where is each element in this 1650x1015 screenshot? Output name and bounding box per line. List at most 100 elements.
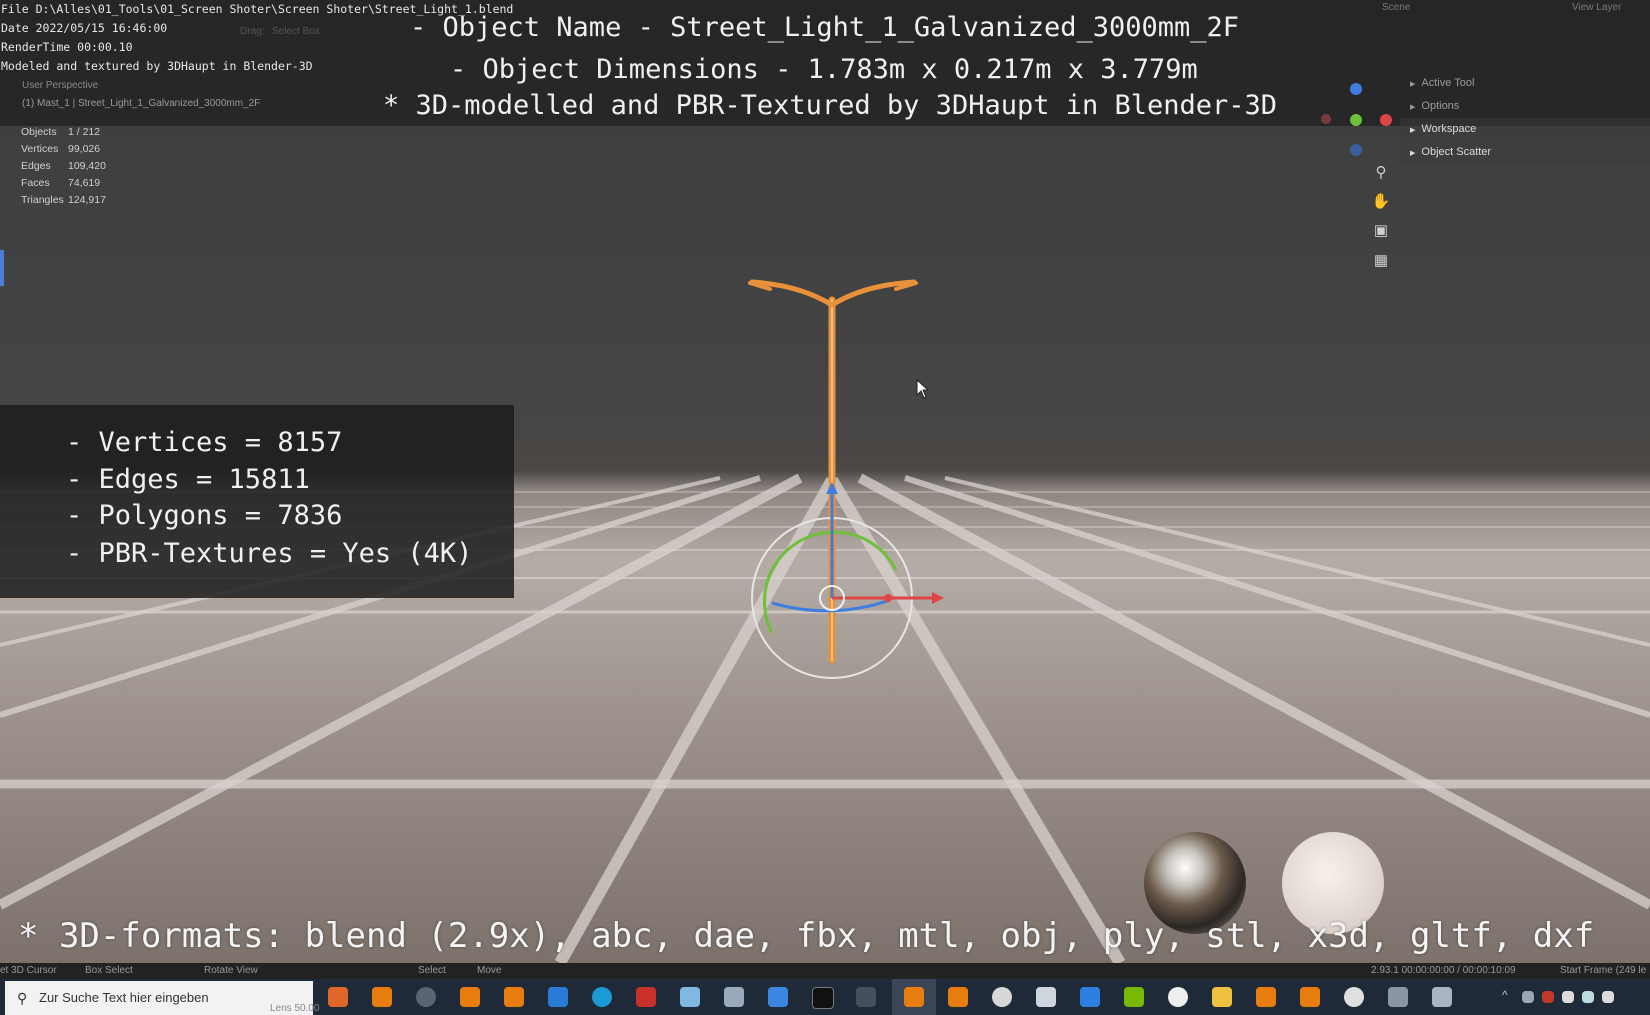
folder-icon[interactable] — [1212, 987, 1232, 1007]
set-3d-cursor-hint: et 3D Cursor — [0, 965, 57, 976]
windows-taskbar: ⚲ Zur Suche Text hier eingeben Lens 50.0… — [0, 979, 1650, 1015]
app-icon[interactable] — [856, 987, 876, 1007]
credit-stamp: Modeled and textured by 3DHaupt in Blend… — [1, 59, 313, 73]
stat-label: Faces — [21, 177, 50, 189]
tray-icon[interactable] — [1522, 991, 1534, 1003]
expand-arrow-icon: ▶ — [1410, 81, 1416, 88]
sidebar-item-label: Object Scatter — [1421, 146, 1492, 158]
edges-info: - Edges = 15811 — [66, 464, 310, 495]
camera-icon[interactable]: ▣ — [1370, 220, 1392, 242]
sidebar-item-label: Active Tool — [1421, 77, 1475, 89]
move-hint: Move — [477, 965, 502, 976]
edge-browser-icon[interactable] — [592, 987, 612, 1007]
stat-value: 109,420 — [68, 160, 106, 172]
toolbar-edge-indicator[interactable] — [0, 250, 4, 286]
sidebar-item-options[interactable]: ▶ Options — [1400, 95, 1650, 118]
stat-row: Edges 109,420 — [21, 160, 106, 177]
search-placeholder: Zur Suche Text hier eingeben — [39, 990, 209, 1005]
scene-selector[interactable]: Scene — [1382, 2, 1410, 13]
stat-row: Vertices 99,026 — [21, 143, 106, 160]
stat-label: Objects — [21, 126, 57, 138]
network-icon[interactable] — [1582, 991, 1594, 1003]
blender-icon[interactable] — [504, 987, 524, 1007]
vertices-info: - Vertices = 8157 — [66, 427, 343, 458]
formats-caption: * 3D-formats: blend (2.9x), abc, dae, fb… — [18, 916, 1595, 956]
app-icon[interactable] — [1432, 987, 1452, 1007]
box-select-hint: Box Select — [85, 965, 133, 976]
stat-value: 124,917 — [68, 194, 106, 206]
render-time-stamp: RenderTime 00:00.10 — [1, 40, 133, 54]
nav-axis-z-dot[interactable] — [1350, 83, 1362, 95]
nav-axis-neg-z-dot[interactable] — [1350, 144, 1362, 156]
stat-row: Faces 74,619 — [21, 177, 106, 194]
sidebar-item-active-tool[interactable]: ▶ Active Tool — [1400, 72, 1650, 95]
app-icon[interactable] — [992, 987, 1012, 1007]
sidebar-panel: ▶ Active Tool ▶ Options ▶ Workspace ▶ Object… — [1400, 72, 1650, 164]
sidebar-item-label: Options — [1421, 100, 1460, 112]
grid-icon[interactable]: ▦ — [1370, 250, 1392, 272]
select-box-dropdown[interactable]: Select Box — [272, 26, 320, 37]
terminal-icon[interactable] — [812, 987, 834, 1009]
calendar-icon[interactable] — [1080, 987, 1100, 1007]
stat-label: Edges — [21, 160, 51, 172]
nav-axis-x-dot[interactable] — [1380, 114, 1392, 126]
zoom-icon[interactable]: ⚲ — [1370, 162, 1392, 184]
rotate-view-hint: Rotate View — [204, 965, 258, 976]
nav-axis-neg-x-dot[interactable] — [1321, 114, 1331, 124]
mesh-info-box: - Vertices = 8157 - Edges = 15811 - Poly… — [0, 405, 514, 598]
sidebar-item-workspace[interactable]: ▶ Workspace — [1400, 118, 1650, 141]
object-name-title: - Object Name - Street_Light_1_Galvanize… — [410, 12, 1240, 43]
expand-arrow-icon: ▶ — [1410, 150, 1416, 157]
app-icon[interactable] — [1168, 987, 1188, 1007]
app-icon[interactable] — [1124, 987, 1144, 1007]
nav-axis-y-dot[interactable] — [1350, 114, 1362, 126]
expand-arrow-icon: ▶ — [1410, 104, 1416, 111]
app-icon[interactable] — [768, 987, 788, 1007]
blender-icon[interactable] — [372, 987, 392, 1007]
app-icon[interactable] — [636, 987, 656, 1007]
search-icon: ⚲ — [17, 990, 28, 1006]
stat-value: 99,026 — [68, 143, 101, 155]
stat-row: Triangles 124,917 — [21, 194, 106, 211]
blender-icon[interactable] — [1300, 987, 1320, 1007]
mouse-pointer-icon — [916, 379, 930, 399]
start-frame-readout: Start Frame (249 le — [1560, 965, 1647, 976]
tray-chevron-icon[interactable]: ^ — [1502, 988, 1508, 1002]
pbr-textures-info: - PBR-Textures = Yes (4K) — [66, 538, 473, 569]
tray-icon[interactable] — [1542, 991, 1554, 1003]
app-icon[interactable] — [680, 987, 700, 1007]
polygons-info: - Polygons = 7836 — [66, 500, 343, 531]
lens-readout: Lens 50.00 — [270, 1003, 320, 1014]
volume-icon[interactable] — [1602, 991, 1614, 1003]
blender-icon[interactable] — [460, 987, 480, 1007]
sidebar-item-object-scatter[interactable]: ▶ Object Scatter — [1400, 141, 1650, 164]
taskbar-search-input[interactable]: ⚲ Zur Suche Text hier eingeben — [5, 981, 313, 1015]
mail-icon[interactable] — [548, 987, 568, 1007]
gear-icon[interactable] — [1344, 987, 1364, 1007]
app-icon[interactable] — [724, 987, 744, 1007]
version-time-readout: 2.93.1 00:00:00:00 / 00:00:10:09 — [1371, 965, 1516, 976]
stat-value: 74,619 — [68, 177, 101, 189]
blender-icon[interactable] — [904, 987, 924, 1007]
app-icon[interactable] — [416, 987, 436, 1007]
date-stamp: Date 2022/05/15 16:46:00 — [1, 21, 168, 35]
hand-icon[interactable]: ✋ — [1370, 191, 1392, 213]
view-layer-selector[interactable]: View Layer — [1572, 2, 1621, 13]
expand-arrow-icon: ▶ — [1410, 127, 1416, 134]
sidebar-item-label: Workspace — [1421, 123, 1477, 135]
3d-viewport[interactable]: Drag: Select Box File D:\Alles\01_Tools\… — [0, 0, 1650, 963]
modelled-by-title: * 3D-modelled and PBR-Textured by 3DHaup… — [383, 90, 1278, 121]
blender-icon[interactable] — [948, 987, 968, 1007]
select-hint: Select — [418, 965, 446, 976]
object-dimensions-title: - Object Dimensions - 1.783m x 0.217m x … — [450, 54, 1198, 85]
stat-label: Vertices — [21, 143, 59, 155]
cube-icon[interactable] — [1036, 987, 1056, 1007]
blender-icon[interactable] — [1256, 987, 1276, 1007]
firefox-icon[interactable] — [328, 987, 348, 1007]
battery-icon[interactable] — [1562, 991, 1574, 1003]
stat-value: 1 / 212 — [68, 126, 101, 138]
stat-label: Triangles — [21, 194, 64, 206]
top-right-header: Scene View Layer — [1330, 0, 1650, 20]
status-bar: et 3D Cursor Box Select Rotate View Sele… — [0, 963, 1650, 979]
app-icon[interactable] — [1388, 987, 1408, 1007]
